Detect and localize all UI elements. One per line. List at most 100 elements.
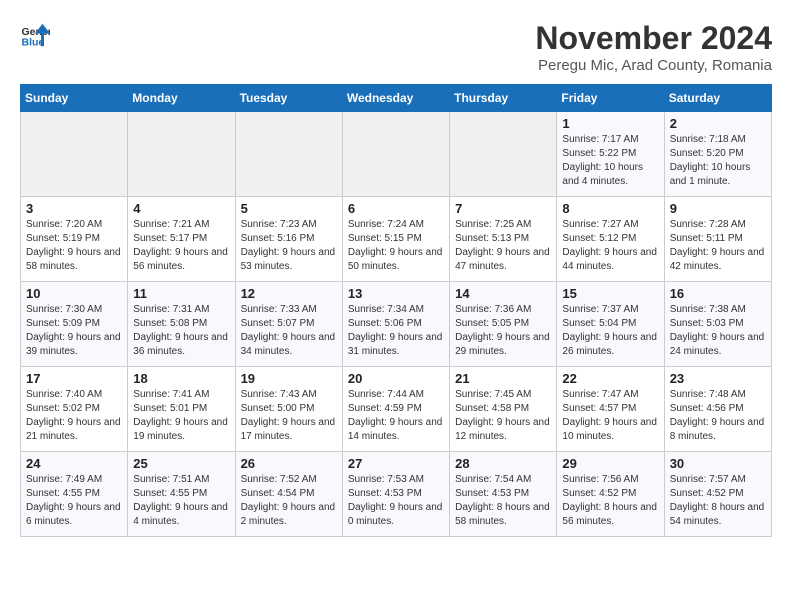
- calendar-header-row: SundayMondayTuesdayWednesdayThursdayFrid…: [21, 85, 772, 112]
- calendar-cell: 26Sunrise: 7:52 AM Sunset: 4:54 PM Dayli…: [235, 452, 342, 537]
- day-info: Sunrise: 7:56 AM Sunset: 4:52 PM Dayligh…: [562, 473, 658, 529]
- weekday-header: Tuesday: [235, 85, 342, 112]
- day-info: Sunrise: 7:28 AM Sunset: 5:11 PM Dayligh…: [670, 218, 766, 274]
- day-number: 24: [26, 456, 122, 471]
- day-number: 28: [455, 456, 551, 471]
- day-number: 5: [241, 201, 337, 216]
- calendar-cell: [342, 112, 449, 197]
- calendar-cell: 23 Sunrise: 7:48 AM Sunset: 4:56 PM Dayli…: [664, 367, 771, 452]
- calendar-cell: 29 Sunrise: 7:56 AM Sunset: 4:52 PM Dayli…: [557, 452, 664, 537]
- calendar-cell: 5Sunrise: 7:23 AM Sunset: 5:16 PM Daylig…: [235, 197, 342, 282]
- day-number: 6: [348, 201, 444, 216]
- day-number: 23: [670, 371, 766, 386]
- day-number: 25: [133, 456, 229, 471]
- calendar-cell: 12Sunrise: 7:33 AM Sunset: 5:07 PM Dayli…: [235, 282, 342, 367]
- day-info: Sunrise: 7:57 AM Sunset: 4:52 PM Dayligh…: [670, 473, 766, 529]
- day-number: 27: [348, 456, 444, 471]
- calendar-cell: 14Sunrise: 7:36 AM Sunset: 5:05 PM Dayli…: [450, 282, 557, 367]
- day-info: Sunrise: 7:45 AM Sunset: 4:58 PM Dayligh…: [455, 388, 551, 444]
- calendar-week-row: 3 Sunrise: 7:20 AM Sunset: 5:19 PM Daylig…: [21, 197, 772, 282]
- calendar-cell: [21, 112, 128, 197]
- day-number: 30: [670, 456, 766, 471]
- calendar-cell: 8Sunrise: 7:27 AM Sunset: 5:12 PM Daylig…: [557, 197, 664, 282]
- day-info: Sunrise: 7:44 AM Sunset: 4:59 PM Dayligh…: [348, 388, 444, 444]
- calendar-cell: 21 Sunrise: 7:45 AM Sunset: 4:58 PM Dayli…: [450, 367, 557, 452]
- day-info: Sunrise: 7:40 AM Sunset: 5:02 PM Dayligh…: [26, 388, 122, 444]
- title-section: November 2024 Peregu Mic, Arad County, R…: [535, 20, 772, 74]
- day-number: 12: [241, 286, 337, 301]
- day-number: 17: [26, 371, 122, 386]
- day-info: Sunrise: 7:34 AM Sunset: 5:06 PM Dayligh…: [348, 303, 444, 359]
- day-number: 9: [670, 201, 766, 216]
- calendar-cell: 22Sunrise: 7:47 AM Sunset: 4:57 PM Dayli…: [557, 367, 664, 452]
- calendar-week-row: 24 Sunrise: 7:49 AM Sunset: 4:55 PM Dayli…: [21, 452, 772, 537]
- calendar-cell: 30 Sunrise: 7:57 AM Sunset: 4:52 PM Dayli…: [664, 452, 771, 537]
- day-number: 1: [562, 116, 658, 131]
- day-number: 18: [133, 371, 229, 386]
- calendar-cell: 28 Sunrise: 7:54 AM Sunset: 4:53 PM Dayli…: [450, 452, 557, 537]
- day-number: 11: [133, 286, 229, 301]
- day-number: 14: [455, 286, 551, 301]
- day-number: 19: [241, 371, 337, 386]
- calendar-week-row: 10 Sunrise: 7:30 AM Sunset: 5:09 PM Dayli…: [21, 282, 772, 367]
- day-info: Sunrise: 7:24 AM Sunset: 5:15 PM Dayligh…: [348, 218, 444, 274]
- day-info: Sunrise: 7:38 AM Sunset: 5:03 PM Dayligh…: [670, 303, 766, 359]
- day-number: 15: [562, 286, 658, 301]
- day-info: Sunrise: 7:53 AM Sunset: 4:53 PM Dayligh…: [348, 473, 444, 529]
- calendar-cell: [128, 112, 235, 197]
- day-info: Sunrise: 7:17 AM Sunset: 5:22 PM Dayligh…: [562, 133, 658, 189]
- day-info: Sunrise: 7:41 AM Sunset: 5:01 PM Dayligh…: [133, 388, 229, 444]
- day-number: 10: [26, 286, 122, 301]
- weekday-header: Saturday: [664, 85, 771, 112]
- day-number: 8: [562, 201, 658, 216]
- calendar-cell: 6 Sunrise: 7:24 AM Sunset: 5:15 PM Daylig…: [342, 197, 449, 282]
- day-info: Sunrise: 7:21 AM Sunset: 5:17 PM Dayligh…: [133, 218, 229, 274]
- day-number: 20: [348, 371, 444, 386]
- day-info: Sunrise: 7:48 AM Sunset: 4:56 PM Dayligh…: [670, 388, 766, 444]
- day-number: 16: [670, 286, 766, 301]
- day-info: Sunrise: 7:52 AM Sunset: 4:54 PM Dayligh…: [241, 473, 337, 529]
- calendar-cell: 16 Sunrise: 7:38 AM Sunset: 5:03 PM Dayli…: [664, 282, 771, 367]
- calendar-cell: 11Sunrise: 7:31 AM Sunset: 5:08 PM Dayli…: [128, 282, 235, 367]
- calendar-cell: 4Sunrise: 7:21 AM Sunset: 5:17 PM Daylig…: [128, 197, 235, 282]
- day-info: Sunrise: 7:37 AM Sunset: 5:04 PM Dayligh…: [562, 303, 658, 359]
- day-number: 3: [26, 201, 122, 216]
- calendar-cell: 13 Sunrise: 7:34 AM Sunset: 5:06 PM Dayli…: [342, 282, 449, 367]
- calendar-cell: 15 Sunrise: 7:37 AM Sunset: 5:04 PM Dayli…: [557, 282, 664, 367]
- calendar-cell: 20 Sunrise: 7:44 AM Sunset: 4:59 PM Dayli…: [342, 367, 449, 452]
- calendar-week-row: 17 Sunrise: 7:40 AM Sunset: 5:02 PM Dayli…: [21, 367, 772, 452]
- calendar-cell: [450, 112, 557, 197]
- calendar-cell: 7 Sunrise: 7:25 AM Sunset: 5:13 PM Daylig…: [450, 197, 557, 282]
- page-header: General Blue November 2024 Peregu Mic, A…: [20, 20, 772, 74]
- weekday-header: Friday: [557, 85, 664, 112]
- logo-icon: General Blue: [20, 20, 50, 50]
- svg-text:Blue: Blue: [22, 37, 45, 49]
- calendar-cell: 9 Sunrise: 7:28 AM Sunset: 5:11 PM Daylig…: [664, 197, 771, 282]
- calendar-cell: 2 Sunrise: 7:18 AM Sunset: 5:20 PM Daylig…: [664, 112, 771, 197]
- calendar-cell: 25Sunrise: 7:51 AM Sunset: 4:55 PM Dayli…: [128, 452, 235, 537]
- day-number: 7: [455, 201, 551, 216]
- day-number: 2: [670, 116, 766, 131]
- day-info: Sunrise: 7:54 AM Sunset: 4:53 PM Dayligh…: [455, 473, 551, 529]
- calendar-cell: 10 Sunrise: 7:30 AM Sunset: 5:09 PM Dayli…: [21, 282, 128, 367]
- calendar-cell: [235, 112, 342, 197]
- calendar-cell: 18 Sunrise: 7:41 AM Sunset: 5:01 PM Dayli…: [128, 367, 235, 452]
- day-info: Sunrise: 7:30 AM Sunset: 5:09 PM Dayligh…: [26, 303, 122, 359]
- day-info: Sunrise: 7:20 AM Sunset: 5:19 PM Dayligh…: [26, 218, 122, 274]
- weekday-header: Sunday: [21, 85, 128, 112]
- day-number: 13: [348, 286, 444, 301]
- logo: General Blue: [20, 20, 50, 50]
- day-info: Sunrise: 7:49 AM Sunset: 4:55 PM Dayligh…: [26, 473, 122, 529]
- calendar-cell: 19 Sunrise: 7:43 AM Sunset: 5:00 PM Dayli…: [235, 367, 342, 452]
- weekday-header: Thursday: [450, 85, 557, 112]
- calendar-cell: 17 Sunrise: 7:40 AM Sunset: 5:02 PM Dayli…: [21, 367, 128, 452]
- day-info: Sunrise: 7:25 AM Sunset: 5:13 PM Dayligh…: [455, 218, 551, 274]
- day-number: 22: [562, 371, 658, 386]
- day-number: 21: [455, 371, 551, 386]
- calendar-cell: 3 Sunrise: 7:20 AM Sunset: 5:19 PM Daylig…: [21, 197, 128, 282]
- day-number: 29: [562, 456, 658, 471]
- day-info: Sunrise: 7:18 AM Sunset: 5:20 PM Dayligh…: [670, 133, 766, 189]
- calendar-table: SundayMondayTuesdayWednesdayThursdayFrid…: [20, 84, 772, 537]
- day-info: Sunrise: 7:43 AM Sunset: 5:00 PM Dayligh…: [241, 388, 337, 444]
- weekday-header: Wednesday: [342, 85, 449, 112]
